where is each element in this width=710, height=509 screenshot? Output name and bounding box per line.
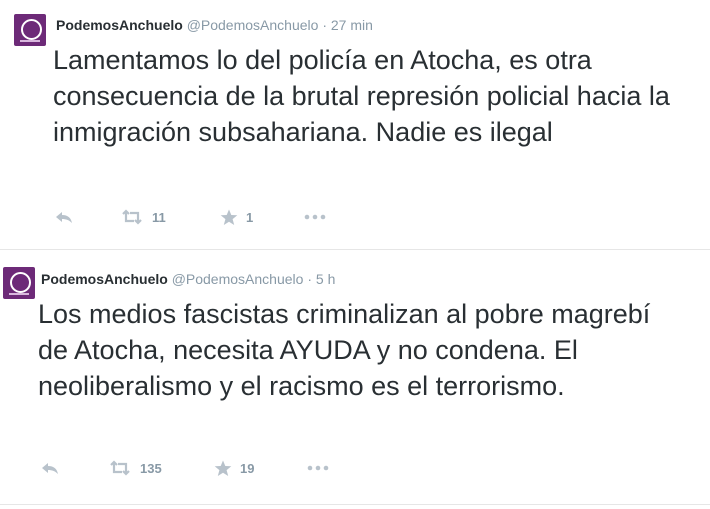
dot-separator: · [322,17,327,33]
favorite-star-icon [214,460,232,476]
retweet-count: 135 [140,460,162,476]
dot-separator: · [307,271,312,287]
favorite-button[interactable]: 1 [220,209,253,226]
reply-icon [42,463,58,474]
retweet-button[interactable]: 135 [108,460,162,476]
favorite-count: 1 [246,210,254,225]
timestamp[interactable]: 5 h [316,271,335,287]
user-handle[interactable]: @PodemosAnchuelo [172,271,304,287]
tweet: PodemosAnchuelo @PodemosAnchuelo · 27 mi… [0,0,710,246]
retweet-button[interactable]: 11 [120,209,166,225]
retweet-icon [122,209,142,225]
reply-icon [56,212,72,223]
reply-button[interactable] [40,460,60,476]
favorite-count: 19 [240,461,255,476]
more-button[interactable] [307,462,329,474]
divider [0,504,710,505]
more-dots-icon [307,465,329,471]
tweet: PodemosAnchuelo @PodemosAnchuelo · 5 h L… [0,254,710,504]
retweet-icon [110,460,130,476]
more-dots-icon [304,214,326,220]
retweet-count: 11 [152,209,166,225]
user-name[interactable]: PodemosAnchuelo [56,17,183,33]
avatar[interactable] [3,267,35,299]
favorite-button[interactable]: 19 [214,460,254,477]
tweet-header: PodemosAnchuelo @PodemosAnchuelo · 27 mi… [56,17,373,33]
tweet-text: Lamentamos lo del policía en Atocha, es … [53,45,670,147]
user-name[interactable]: PodemosAnchuelo [41,271,168,287]
more-button[interactable] [304,211,326,223]
tweet-text: Los medios fascistas criminalizan al pob… [38,299,651,401]
user-handle[interactable]: @PodemosAnchuelo [187,17,319,33]
reply-button[interactable] [54,209,74,225]
favorite-star-icon [220,209,238,225]
tweet-header: PodemosAnchuelo @PodemosAnchuelo · 5 h [41,271,335,287]
timestamp[interactable]: 27 min [331,17,373,33]
divider [0,249,710,250]
avatar[interactable] [14,14,46,46]
